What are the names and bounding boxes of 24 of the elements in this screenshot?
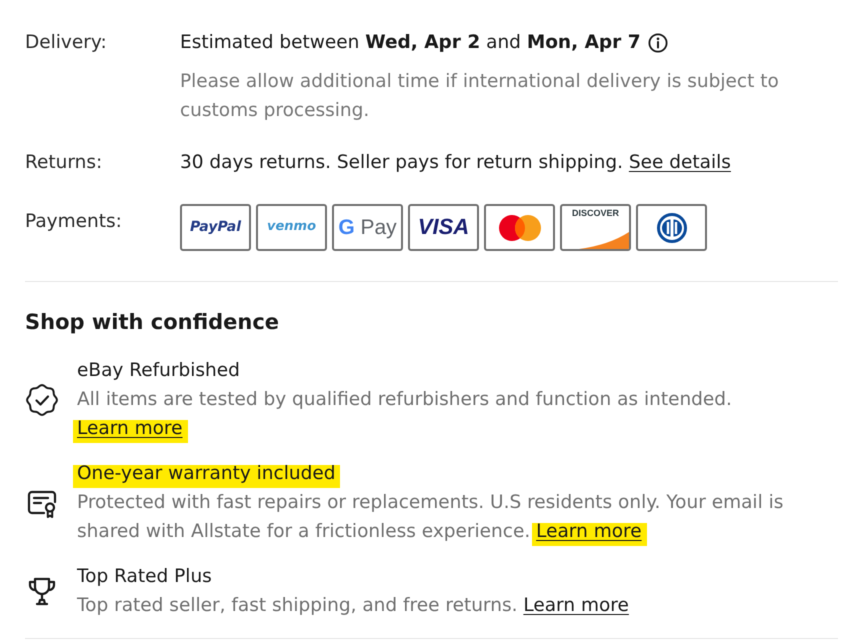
logo-text: PayPal — [190, 220, 242, 236]
delivery-note: Please allow additional time if international delivery is subject to customs processing. — [180, 70, 780, 123]
returns-policy: 30 days returns. Seller pays for return shipping. See details — [180, 151, 732, 175]
wedge-icon — [579, 232, 629, 249]
check-badge-icon — [25, 382, 59, 416]
logo-text: VISA — [418, 215, 470, 240]
learn-more-link[interactable]: Learn more — [523, 591, 629, 620]
field-label: Delivery: — [25, 31, 108, 55]
item-description: Top rated seller, fast shipping, and free returns. Learn more — [77, 591, 812, 620]
item-title: Top Rated Plus — [77, 565, 212, 589]
see-details-link[interactable]: See details — [628, 152, 731, 173]
delivery-estimate: Estimated between Wed, Apr 2 and Mon, Apr 7 — [180, 31, 641, 55]
item-title: eBay Refurbished — [77, 359, 240, 383]
field-label: Returns: — [25, 151, 104, 175]
logo-text: venmo — [266, 220, 316, 235]
trophy-icon — [26, 575, 58, 607]
ring-logo-icon — [656, 212, 688, 244]
logo-text: DISCOVER — [572, 209, 619, 219]
overlapping-circles-icon — [498, 214, 542, 242]
logo-text: G Pay — [338, 216, 397, 240]
section-title: Shop with confidence — [25, 309, 280, 336]
info-icon — [648, 32, 668, 52]
field-label: Payments: — [25, 210, 123, 234]
item-description: Protected with fast repairs or replacements. U.S residents only. Your email is shared with Allstate for a frictionless experience. Learn more — [77, 488, 812, 546]
